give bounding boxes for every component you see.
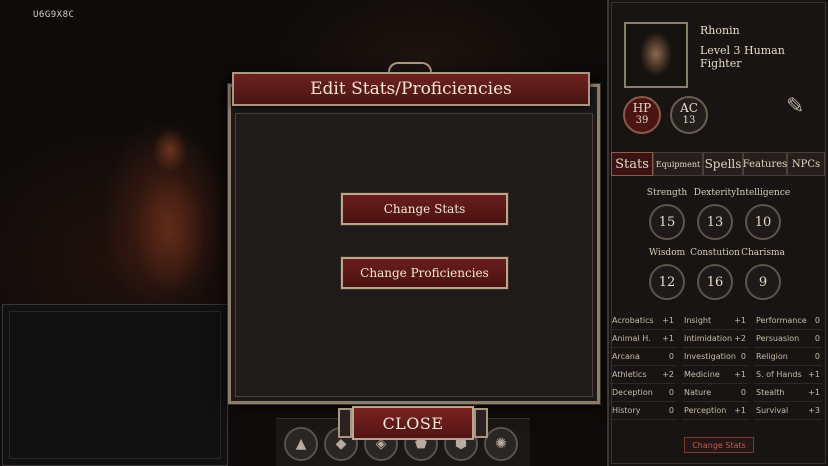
tab-spells[interactable]: Spells: [703, 152, 743, 176]
character-name: Rhonin: [700, 24, 740, 37]
skill-name: Religion: [756, 352, 788, 361]
skill-name: Performance: [756, 316, 807, 325]
skill-row: S. of Hands +1: [754, 366, 822, 384]
skill-value: 0: [814, 316, 820, 325]
sheet-tabs: Stats Equipment Spells Features NPCs: [611, 152, 825, 176]
skill-name: History: [612, 406, 641, 415]
skill-row: History 0: [610, 402, 676, 420]
tab-features[interactable]: Features: [743, 152, 787, 176]
skill-row: Insight +1: [682, 312, 748, 330]
character-portrait[interactable]: [624, 22, 688, 88]
change-proficiencies-button[interactable]: Change Proficiencies: [341, 257, 508, 289]
skill-row: Nature 0: [682, 384, 748, 402]
skill-row: Stealth +1: [754, 384, 822, 402]
skill-row: Investigation 0: [682, 348, 748, 366]
skill-value: +3: [808, 406, 820, 415]
ac-label: AC: [680, 101, 698, 115]
stat-value-constitution: 16: [697, 264, 733, 300]
chat-log-area[interactable]: [9, 311, 221, 459]
skill-value: +1: [662, 316, 674, 325]
modal-body: [235, 113, 593, 397]
stat-value-intelligence: 10: [745, 204, 781, 240]
skill-row: Arcana 0: [610, 348, 676, 366]
skill-value: +1: [734, 370, 746, 379]
close-ornament-left: [338, 408, 352, 438]
ac-value: 13: [682, 115, 696, 126]
skill-name: Medicine: [684, 370, 720, 379]
stat-label-dexterity: Dexterity: [693, 188, 737, 198]
skill-row: Medicine +1: [682, 366, 748, 384]
skill-row: Performance 0: [754, 312, 822, 330]
change-stats-button[interactable]: Change Stats: [341, 193, 508, 225]
stat-value-strength: 15: [649, 204, 685, 240]
skill-value: +1: [734, 316, 746, 325]
tab-npcs[interactable]: NPCs: [787, 152, 825, 176]
stat-label-strength: Strength: [646, 188, 688, 198]
skill-value: +2: [662, 370, 674, 379]
skill-value: 0: [740, 388, 746, 397]
hp-badge: HP 39: [623, 96, 661, 134]
skill-value: 0: [814, 352, 820, 361]
skill-value: +1: [734, 406, 746, 415]
tab-stats[interactable]: Stats: [611, 152, 653, 176]
skill-value: +2: [734, 334, 746, 343]
skill-row: Perception +1: [682, 402, 748, 420]
stat-value-wisdom: 12: [649, 264, 685, 300]
skill-row: Deception 0: [610, 384, 676, 402]
skill-name: Intimidation: [684, 334, 733, 343]
skill-value: 0: [668, 406, 674, 415]
stat-label-wisdom: Wisdom: [648, 248, 686, 258]
skill-row: Acrobatics +1: [610, 312, 676, 330]
hp-value: 39: [635, 115, 649, 126]
skill-name: Athletics: [612, 370, 647, 379]
skill-row: Animal H. +1: [610, 330, 676, 348]
quill-scroll-icon[interactable]: ✎: [786, 94, 816, 124]
side-change-stats-button[interactable]: Change Stats: [684, 437, 754, 453]
skill-name: Deception: [612, 388, 653, 397]
skill-row: Persuasion 0: [754, 330, 822, 348]
stat-label-constitution: Constution: [690, 248, 740, 258]
skill-name: Acrobatics: [612, 316, 654, 325]
stat-label-intelligence: Intelligence: [736, 188, 791, 198]
chat-log-panel: [2, 304, 228, 466]
skill-name: Stealth: [756, 388, 785, 397]
skill-name: Insight: [684, 316, 712, 325]
edit-stats-modal: [228, 84, 600, 404]
skill-name: Nature: [684, 388, 712, 397]
session-code: U6G9X8C: [33, 10, 75, 20]
character-figure: [120, 118, 220, 308]
skill-name: Arcana: [612, 352, 640, 361]
stat-label-charisma: Charisma: [741, 248, 785, 258]
hp-label: HP: [632, 101, 652, 115]
skill-name: S. of Hands: [756, 370, 802, 379]
skill-value: 0: [740, 352, 746, 361]
skill-row: Religion 0: [754, 348, 822, 366]
skill-name: Persuasion: [756, 334, 800, 343]
skill-name: Animal H.: [612, 334, 651, 343]
skill-value: 0: [668, 352, 674, 361]
close-ornament-right: [474, 408, 488, 438]
skill-row: Intimidation +2: [682, 330, 748, 348]
skill-value: 0: [668, 388, 674, 397]
ac-badge: AC 13: [670, 96, 708, 134]
skill-name: Survival: [756, 406, 789, 415]
skill-value: +1: [808, 388, 820, 397]
stat-value-dexterity: 13: [697, 204, 733, 240]
triangle-icon[interactable]: ▲: [284, 427, 318, 461]
d20-icon[interactable]: ✺: [484, 427, 518, 461]
skill-value: +1: [808, 370, 820, 379]
skill-value: 0: [814, 334, 820, 343]
tab-equipment[interactable]: Equipment: [653, 152, 703, 176]
skill-row: Athletics +2: [610, 366, 676, 384]
skill-value: +1: [662, 334, 674, 343]
skill-name: Investigation: [684, 352, 736, 361]
skill-row: Survival +3: [754, 402, 822, 420]
close-button[interactable]: CLOSE: [352, 406, 474, 440]
skill-name: Perception: [684, 406, 727, 415]
stat-value-charisma: 9: [745, 264, 781, 300]
modal-title: Edit Stats/Proficiencies: [232, 72, 590, 106]
character-level: Level 3 Human Fighter: [700, 44, 785, 70]
